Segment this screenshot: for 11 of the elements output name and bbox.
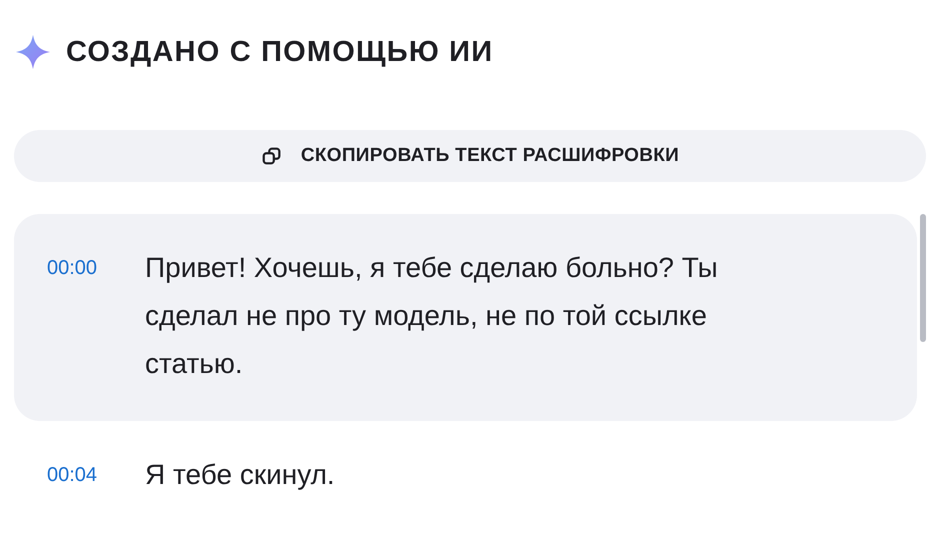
transcript-segment[interactable]: 00:00 Привет! Хочешь, я тебе сделаю больно? Ты сделал не про ту модель, не по той ссылке статью. — [14, 214, 917, 421]
section-title: СОЗДАНО С ПОМОЩЬЮ ИИ — [66, 36, 494, 68]
transcript-text: Привет! Хочешь, я тебе сделаю больно? Ты сделал не про ту модель, не по той ссылке статью. — [145, 251, 719, 381]
copy-icon — [260, 145, 283, 167]
sparkle-icon — [14, 33, 52, 71]
copy-transcript-button[interactable]: СКОПИРОВАТЬ ТЕКСТ РАСШИФРОВКИ — [14, 130, 926, 182]
transcript-segment[interactable]: 00:04 Я тебе скинул. — [14, 421, 917, 532]
timestamp[interactable]: 00:00 — [47, 250, 145, 388]
transcript-text: Я тебе скинул. — [145, 458, 335, 492]
timestamp[interactable]: 00:04 — [47, 457, 145, 499]
scrollbar[interactable] — [920, 214, 926, 342]
